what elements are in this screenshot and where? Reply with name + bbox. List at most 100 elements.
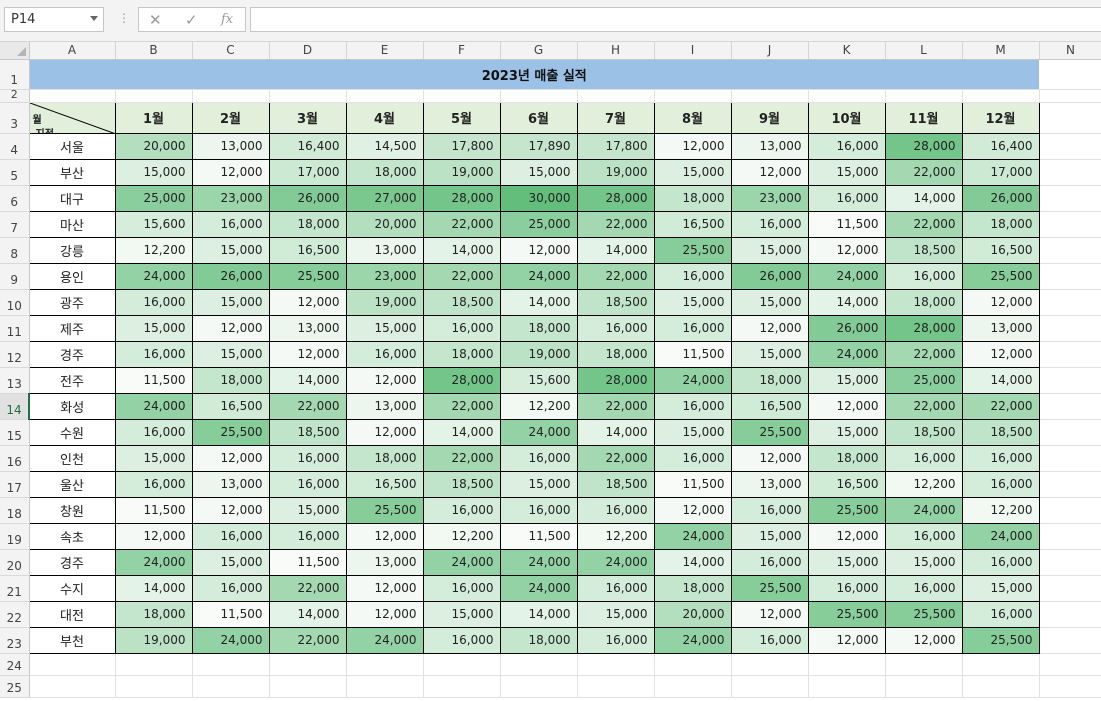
sales-value-cell[interactable]: 14,000: [499, 600, 578, 628]
sales-value-cell[interactable]: 22,000: [884, 340, 963, 368]
sales-value-cell[interactable]: 18,000: [884, 288, 963, 316]
sales-value-cell[interactable]: 12,000: [345, 366, 424, 394]
cell[interactable]: [1039, 102, 1101, 134]
row-header-8[interactable]: 8: [0, 237, 30, 264]
sales-value-cell[interactable]: 15,000: [807, 158, 886, 186]
sales-value-cell[interactable]: 15,000: [961, 574, 1040, 602]
sales-value-cell[interactable]: 13,000: [730, 470, 809, 498]
sales-value-cell[interactable]: 15,000: [114, 314, 193, 342]
sales-value-cell[interactable]: 22,000: [422, 262, 501, 290]
sales-value-cell[interactable]: 14,500: [345, 132, 424, 160]
cell[interactable]: [269, 89, 347, 103]
cell[interactable]: [962, 89, 1040, 103]
name-box[interactable]: P14: [4, 7, 104, 32]
sales-value-cell[interactable]: 18,000: [191, 366, 270, 394]
sales-value-cell[interactable]: 24,000: [345, 626, 424, 654]
sales-value-cell[interactable]: 28,000: [576, 184, 655, 212]
sales-value-cell[interactable]: 24,000: [576, 548, 655, 576]
sales-value-cell[interactable]: 16,000: [576, 626, 655, 654]
formula-input[interactable]: [250, 7, 1101, 32]
sales-value-cell[interactable]: 16,000: [730, 496, 809, 524]
cell[interactable]: [1039, 549, 1101, 576]
cell[interactable]: [29, 675, 116, 698]
row-header-13[interactable]: 13: [0, 367, 30, 394]
sales-value-cell[interactable]: 22,000: [884, 392, 963, 420]
cell[interactable]: [654, 653, 732, 676]
month-header[interactable]: 2월: [191, 101, 270, 134]
sales-value-cell[interactable]: 25,000: [884, 366, 963, 394]
cell[interactable]: [500, 675, 578, 698]
cell[interactable]: [962, 675, 1040, 698]
branch-name-cell[interactable]: 수지: [28, 574, 116, 602]
cell[interactable]: [1039, 211, 1101, 238]
sales-value-cell[interactable]: 16,000: [268, 470, 347, 498]
sales-value-cell[interactable]: 14,000: [961, 366, 1040, 394]
sales-value-cell[interactable]: 18,000: [730, 366, 809, 394]
sales-value-cell[interactable]: 22,000: [884, 210, 963, 238]
column-header-h[interactable]: H: [577, 42, 655, 60]
column-header-c[interactable]: C: [192, 42, 270, 60]
column-header-n[interactable]: N: [1039, 42, 1101, 60]
sales-value-cell[interactable]: 22,000: [884, 158, 963, 186]
row-header-17[interactable]: 17: [0, 471, 30, 498]
cell[interactable]: [423, 675, 501, 698]
sales-value-cell[interactable]: 15,000: [345, 314, 424, 342]
sales-value-cell[interactable]: 12,000: [191, 444, 270, 472]
sales-value-cell[interactable]: 15,000: [730, 522, 809, 550]
sales-value-cell[interactable]: 15,000: [191, 340, 270, 368]
sales-value-cell[interactable]: 16,000: [114, 470, 193, 498]
sales-value-cell[interactable]: 11,500: [653, 340, 732, 368]
sales-value-cell[interactable]: 24,000: [884, 496, 963, 524]
column-header-f[interactable]: F: [423, 42, 501, 60]
sales-value-cell[interactable]: 16,000: [807, 574, 886, 602]
sales-value-cell[interactable]: 20,000: [653, 600, 732, 628]
cell[interactable]: [115, 89, 193, 103]
sales-value-cell[interactable]: 18,000: [961, 210, 1040, 238]
sales-value-cell[interactable]: 22,000: [576, 392, 655, 420]
branch-name-cell[interactable]: 부천: [28, 626, 116, 654]
sales-value-cell[interactable]: 22,000: [961, 392, 1040, 420]
row-header-19[interactable]: 19: [0, 523, 30, 550]
sales-value-cell[interactable]: 15,000: [422, 600, 501, 628]
sales-value-cell[interactable]: 15,000: [807, 366, 886, 394]
sales-value-cell[interactable]: 16,000: [961, 548, 1040, 576]
sales-value-cell[interactable]: 12,000: [268, 340, 347, 368]
cell[interactable]: [115, 653, 193, 676]
sales-value-cell[interactable]: 15,000: [499, 158, 578, 186]
sales-value-cell[interactable]: 28,000: [422, 366, 501, 394]
branch-name-cell[interactable]: 대구: [28, 184, 116, 212]
sales-value-cell[interactable]: 24,000: [807, 262, 886, 290]
column-header-k[interactable]: K: [808, 42, 886, 60]
sales-value-cell[interactable]: 19,000: [422, 158, 501, 186]
sales-value-cell[interactable]: 16,000: [730, 210, 809, 238]
sales-value-cell[interactable]: 16,500: [807, 470, 886, 498]
sales-value-cell[interactable]: 16,000: [422, 496, 501, 524]
cell[interactable]: [1039, 263, 1101, 290]
cell[interactable]: [423, 89, 501, 103]
cell[interactable]: [269, 653, 347, 676]
branch-name-cell[interactable]: 광주: [28, 288, 116, 316]
sales-value-cell[interactable]: 19,000: [114, 626, 193, 654]
sales-value-cell[interactable]: 13,000: [961, 314, 1040, 342]
sales-value-cell[interactable]: 16,000: [499, 444, 578, 472]
sales-value-cell[interactable]: 25,500: [961, 262, 1040, 290]
cell[interactable]: [500, 89, 578, 103]
sales-value-cell[interactable]: 11,500: [191, 600, 270, 628]
sales-value-cell[interactable]: 12,000: [730, 314, 809, 342]
sales-value-cell[interactable]: 15,600: [114, 210, 193, 238]
sales-value-cell[interactable]: 17,800: [576, 132, 655, 160]
cell[interactable]: [731, 653, 809, 676]
sales-value-cell[interactable]: 17,000: [961, 158, 1040, 186]
sales-value-cell[interactable]: 19,000: [499, 340, 578, 368]
sales-value-cell[interactable]: 18,500: [576, 288, 655, 316]
row-header-15[interactable]: 15: [0, 419, 30, 446]
branch-name-cell[interactable]: 울산: [28, 470, 116, 498]
month-header[interactable]: 5월: [422, 101, 501, 134]
sales-value-cell[interactable]: 25,500: [268, 262, 347, 290]
sales-value-cell[interactable]: 26,000: [268, 184, 347, 212]
sales-value-cell[interactable]: 14,000: [268, 600, 347, 628]
sales-value-cell[interactable]: 13,000: [191, 470, 270, 498]
sales-value-cell[interactable]: 11,500: [499, 522, 578, 550]
sales-value-cell[interactable]: 24,000: [114, 262, 193, 290]
sales-value-cell[interactable]: 24,000: [499, 262, 578, 290]
